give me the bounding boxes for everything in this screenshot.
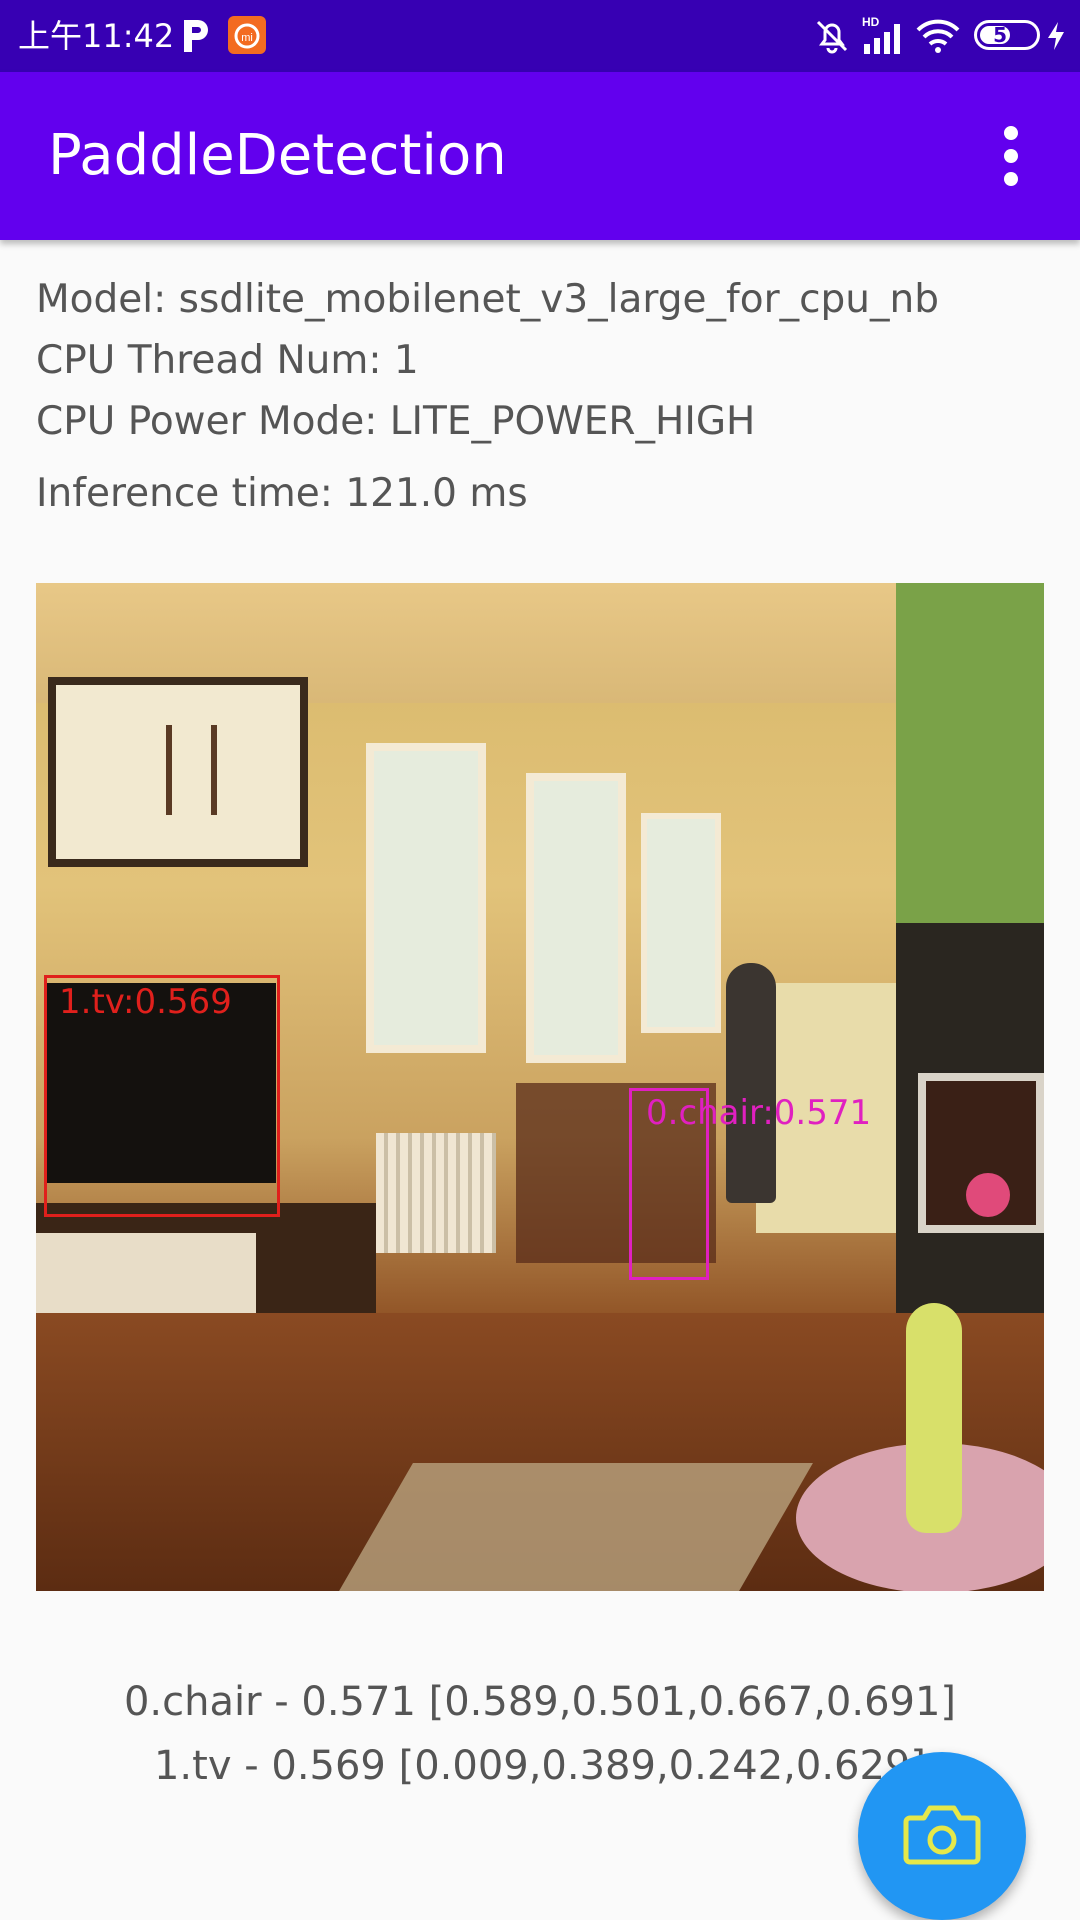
more-vert-icon[interactable] <box>994 124 1034 188</box>
app-bar: PaddleDetection <box>0 72 1080 240</box>
detection-box-chair: 0.chair:0.571 <box>629 1088 871 1280</box>
battery-level: 51 <box>993 23 1021 47</box>
wifi-icon <box>916 19 960 53</box>
detection-label-tv: 1.tv:0.569 <box>59 982 232 1022</box>
model-label: Model: ssdlite_mobilenet_v3_large_for_cp… <box>36 277 939 322</box>
status-bar: 上午11:42 mi HD 51 <box>0 0 1080 72</box>
svg-text:HD: HD <box>862 15 880 29</box>
camera-icon <box>903 1805 981 1865</box>
charging-icon <box>1048 22 1064 50</box>
detection-box-tv: 1.tv:0.569 <box>44 975 280 1217</box>
detection-image: 1.tv:0.569 0.chair:0.571 <box>36 583 1044 1591</box>
status-time: 上午11:42 <box>18 17 175 55</box>
parking-icon <box>184 20 208 52</box>
inference-time-label: Inference time: 121.0 ms <box>36 471 528 516</box>
detection-label-chair: 0.chair:0.571 <box>646 1093 872 1133</box>
camera-fab-button[interactable] <box>858 1752 1026 1920</box>
signal-hd-icon: HD <box>862 15 900 54</box>
result-line: 0.chair - 0.571 [0.589,0.501,0.667,0.691… <box>123 1679 957 1725</box>
battery-icon: 51 <box>974 20 1040 50</box>
svg-text:mi: mi <box>241 32 253 44</box>
bell-off-icon <box>816 20 848 54</box>
power-mode-label: CPU Power Mode: LITE_POWER_HIGH <box>36 399 756 444</box>
thread-num-label: CPU Thread Num: 1 <box>36 338 419 383</box>
mi-store-icon: mi <box>228 16 266 54</box>
app-title: PaddleDetection <box>48 123 507 188</box>
